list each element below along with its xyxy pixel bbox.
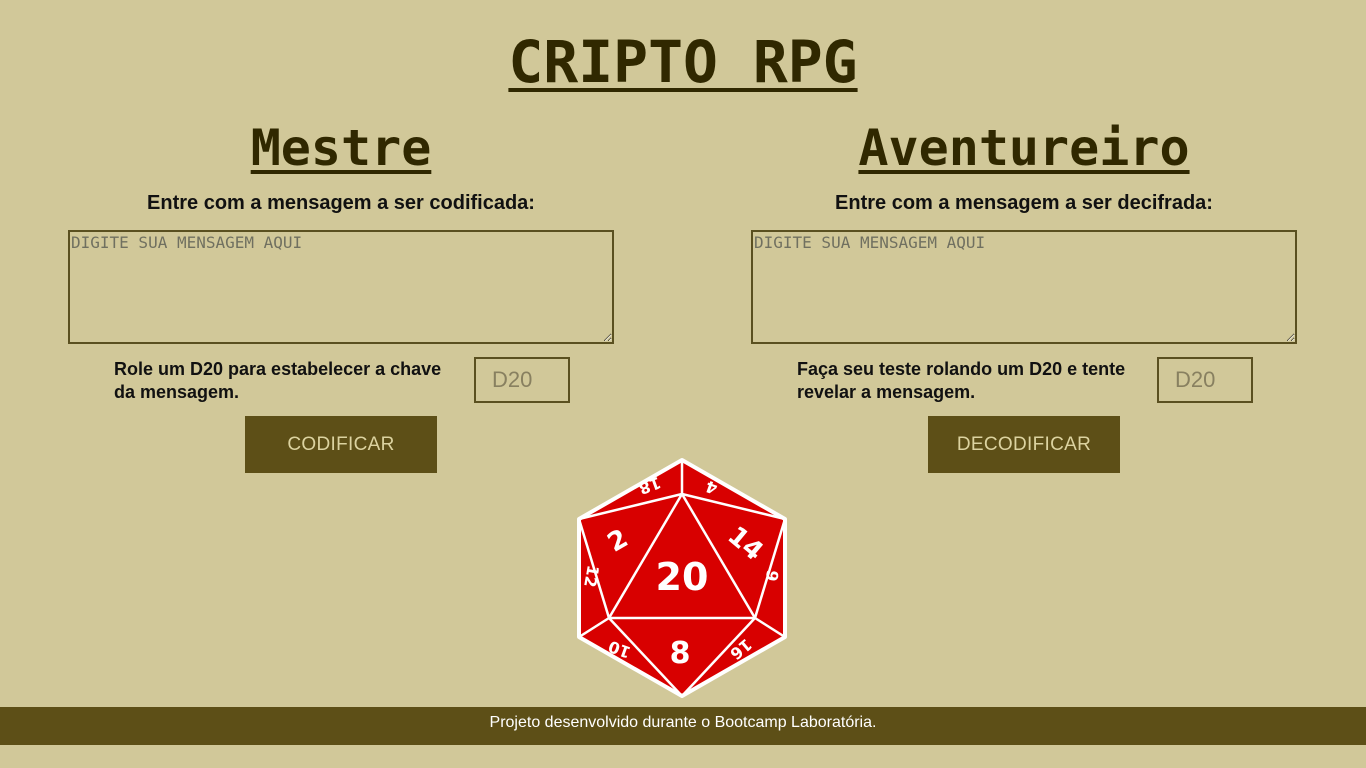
master-message-input[interactable] (68, 230, 614, 344)
d20-dice-icon: 20 2 14 8 18 4 12 6 10 16 (574, 456, 790, 700)
adventurer-prompt: Entre com a mensagem a ser decifrada: (835, 192, 1213, 214)
dice-face-8: 8 (670, 636, 691, 671)
master-roll-text: Role um D20 para estabelecer a chave da … (114, 359, 442, 402)
adventurer-heading: Aventureiro (858, 119, 1190, 177)
adventurer-d20-input[interactable] (1157, 357, 1253, 403)
adventurer-roll-text: Faça seu teste rolando um D20 e tente re… (797, 359, 1126, 402)
page-title: CRIPTO RPG (508, 28, 858, 96)
adventurer-message-input[interactable] (751, 230, 1297, 344)
adventurer-roll-row: Faça seu teste rolando um D20 e tente re… (751, 356, 1297, 404)
master-prompt: Entre com a mensagem a ser codificada: (147, 192, 535, 214)
page-title-wrap: CRIPTO RPG (0, 28, 1366, 96)
dice-face-20: 20 (656, 555, 709, 599)
footer: Projeto desenvolvido durante o Bootcamp … (0, 707, 1366, 745)
master-heading: Mestre (250, 119, 432, 177)
footer-text: Projeto desenvolvido durante o Bootcamp … (489, 714, 877, 731)
encode-button[interactable]: CODIFICAR (245, 416, 437, 473)
master-d20-input[interactable] (474, 357, 570, 403)
master-roll-row: Role um D20 para estabelecer a chave da … (68, 356, 614, 404)
adventurer-panel: Aventureiro Entre com a mensagem a ser d… (751, 118, 1297, 473)
dice-face-12: 12 (580, 564, 603, 589)
decode-button[interactable]: DECODIFICAR (928, 416, 1120, 473)
master-panel: Mestre Entre com a mensagem a ser codifi… (68, 118, 614, 473)
